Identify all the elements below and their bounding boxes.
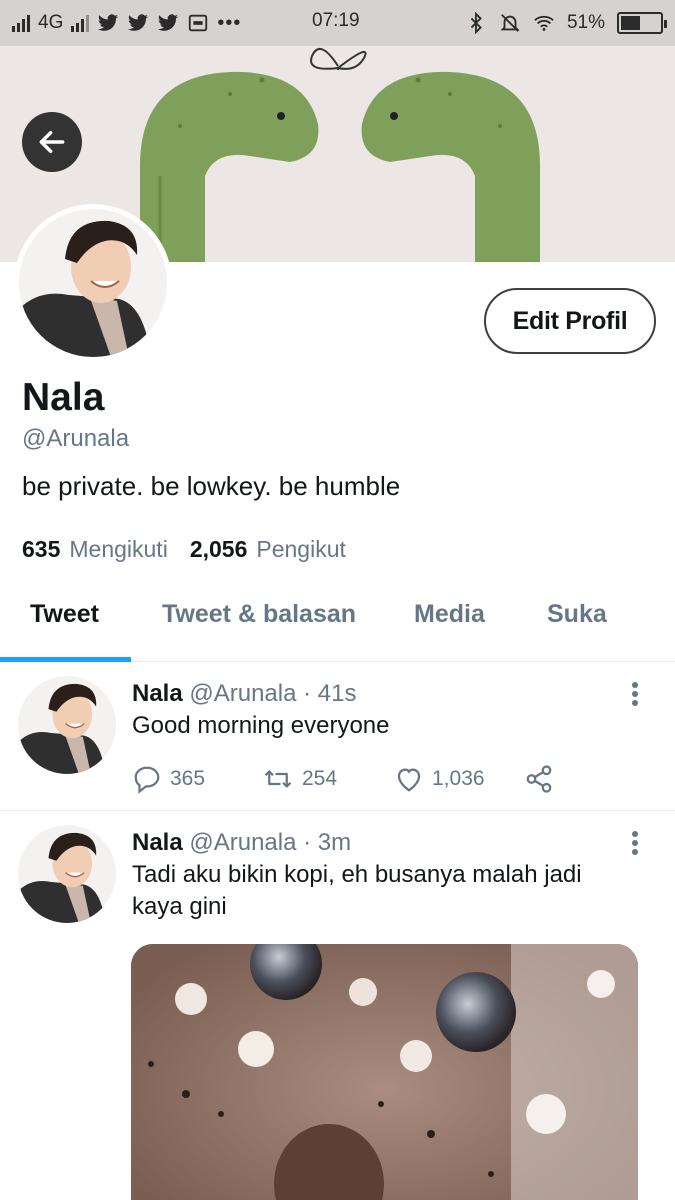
tweet-time: · 41s (303, 680, 357, 707)
like-count: 1,036 (432, 767, 485, 790)
share-button[interactable] (524, 764, 554, 794)
mail-icon (189, 14, 208, 32)
tweet-item[interactable]: Nala @Arunala · 41s Good morning everyon… (0, 662, 675, 810)
silent-icon (500, 14, 520, 32)
avatar-photo (18, 676, 116, 774)
tab-tweet-replies[interactable]: Tweet & balasan (162, 600, 356, 629)
following-count: 635 (22, 536, 61, 562)
following-link[interactable]: 635 Mengikuti (22, 536, 168, 563)
tweet-header: Nala @Arunala · 41s (132, 680, 357, 708)
network-label: 4G (38, 12, 64, 33)
signal-icon (71, 14, 90, 32)
tweet-actions: 365 254 1,036 (132, 764, 554, 794)
wifi-icon (534, 15, 554, 31)
tweet-time: · 3m (303, 829, 352, 856)
tweet-avatar[interactable] (18, 825, 116, 923)
tweet-menu-icon[interactable] (630, 831, 640, 857)
retweet-button[interactable]: 254 (262, 764, 394, 794)
tweet-author-name: Nala (132, 680, 183, 707)
edit-profile-button[interactable]: Edit Profil (484, 288, 656, 354)
tab-likes[interactable]: Suka (547, 600, 607, 629)
profile-stats: 635 Mengikuti 2,056 Pengikut (22, 536, 346, 563)
tab-media[interactable]: Media (414, 600, 485, 629)
share-icon (526, 765, 552, 793)
profile-avatar[interactable] (14, 204, 172, 362)
battery-icon (617, 12, 667, 34)
tweet-author-name: Nala (132, 829, 183, 856)
twitter-icon (158, 14, 179, 31)
battery-percent: 51% (566, 12, 605, 33)
retweet-count: 254 (302, 767, 338, 790)
reply-count: 365 (170, 767, 206, 790)
followers-count: 2,056 (189, 536, 248, 562)
reply-button[interactable]: 365 (132, 764, 262, 794)
tweet-text: Good morning everyone (132, 712, 390, 739)
followers-label: Pengikut (256, 536, 346, 562)
signal-icon (12, 14, 30, 32)
retweet-icon (264, 770, 292, 788)
reply-icon (134, 766, 160, 794)
coffee-foam-photo (131, 944, 638, 1200)
tweet-author-handle: @Arunala (189, 829, 297, 856)
tweet-menu-icon[interactable] (630, 682, 640, 708)
tweet-author-handle: @Arunala (189, 680, 297, 707)
following-label: Mengikuti (69, 536, 168, 562)
heart-icon (397, 768, 421, 792)
arrow-left-icon (39, 130, 65, 154)
like-button[interactable]: 1,036 (394, 764, 524, 794)
profile-handle: @Arunala (22, 425, 130, 452)
clock: 07:19 (312, 10, 360, 31)
profile-name: Nala (22, 376, 105, 419)
tweet-text: Tadi aku bikin kopi, eh busanya malah ja… (132, 861, 582, 920)
avatar-photo (18, 825, 116, 923)
tweet-media-image[interactable] (131, 944, 638, 1200)
bluetooth-icon (470, 12, 482, 34)
tab-tweet[interactable]: Tweet (30, 600, 99, 629)
tweet-header: Nala @Arunala · 3m (132, 829, 351, 857)
followers-link[interactable]: 2,056 Pengikut (190, 536, 346, 563)
status-bar: 4G ••• 07:19 51% (0, 0, 675, 46)
profile-tabs: Tweet Tweet & balasan Media Suka (0, 580, 675, 662)
avatar-photo (19, 209, 167, 357)
more-icon: ••• (217, 11, 242, 34)
twitter-icon (98, 14, 119, 31)
back-button[interactable] (22, 112, 82, 172)
tweet-avatar[interactable] (18, 676, 116, 774)
twitter-icon (128, 14, 149, 31)
profile-bio: be private. be lowkey. be humble (22, 471, 401, 501)
